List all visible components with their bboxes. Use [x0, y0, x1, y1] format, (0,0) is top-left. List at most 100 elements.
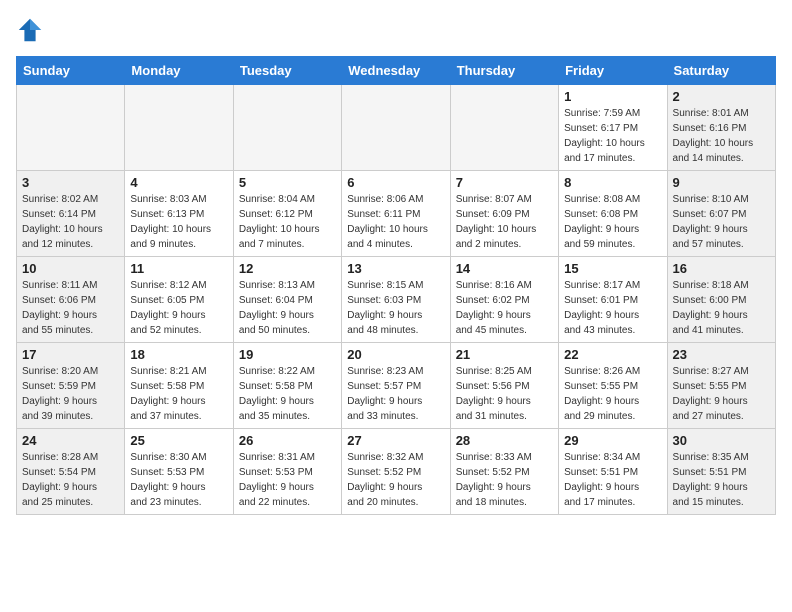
calendar-day-cell: 16Sunrise: 8:18 AM Sunset: 6:00 PM Dayli…: [667, 257, 775, 343]
day-number: 30: [673, 433, 770, 448]
calendar-day-cell: 19Sunrise: 8:22 AM Sunset: 5:58 PM Dayli…: [233, 343, 341, 429]
calendar-table: SundayMondayTuesdayWednesdayThursdayFrid…: [16, 56, 776, 515]
page-header: [16, 16, 776, 44]
day-info: Sunrise: 8:34 AM Sunset: 5:51 PM Dayligh…: [564, 450, 661, 510]
calendar-day-cell: 1 Sunrise: 7:59 AM Sunset: 6:17 PM Daylig…: [559, 85, 667, 171]
day-info: Sunrise: 8:08 AM Sunset: 6:08 PM Dayligh…: [564, 192, 661, 252]
calendar-day-cell: 21Sunrise: 8:25 AM Sunset: 5:56 PM Dayli…: [450, 343, 558, 429]
day-number: 6: [347, 175, 444, 190]
calendar-week-row: 1 Sunrise: 7:59 AM Sunset: 6:17 PM Daylig…: [17, 85, 776, 171]
day-info: Sunrise: 8:06 AM Sunset: 6:11 PM Dayligh…: [347, 192, 444, 252]
calendar-day-cell: 2 Sunrise: 8:01 AM Sunset: 6:16 PM Daylig…: [667, 85, 775, 171]
calendar-week-row: 3Sunrise: 8:02 AM Sunset: 6:14 PM Daylig…: [17, 171, 776, 257]
day-of-week-header: Thursday: [450, 57, 558, 85]
day-number: 22: [564, 347, 661, 362]
day-number: 19: [239, 347, 336, 362]
day-info: Sunrise: 8:28 AM Sunset: 5:54 PM Dayligh…: [22, 450, 119, 510]
day-of-week-header: Saturday: [667, 57, 775, 85]
day-number: 21: [456, 347, 553, 362]
calendar-day-cell: 13 Sunrise: 8:15 AM Sunset: 6:03 PM Dayli…: [342, 257, 450, 343]
day-of-week-header: Friday: [559, 57, 667, 85]
calendar-day-cell: 11 Sunrise: 8:12 AM Sunset: 6:05 PM Dayli…: [125, 257, 233, 343]
day-info: Sunrise: 8:07 AM Sunset: 6:09 PM Dayligh…: [456, 192, 553, 252]
day-number: 25: [130, 433, 227, 448]
day-info: Sunrise: 7:59 AM Sunset: 6:17 PM Dayligh…: [564, 106, 661, 166]
day-number: 18: [130, 347, 227, 362]
calendar-day-cell: 4 Sunrise: 8:03 AM Sunset: 6:13 PM Daylig…: [125, 171, 233, 257]
day-number: 24: [22, 433, 119, 448]
calendar-day-cell: 3Sunrise: 8:02 AM Sunset: 6:14 PM Daylig…: [17, 171, 125, 257]
day-number: 17: [22, 347, 119, 362]
calendar-day-cell: 24 Sunrise: 8:28 AM Sunset: 5:54 PM Dayli…: [17, 429, 125, 515]
calendar-day-cell: 15 Sunrise: 8:17 AM Sunset: 6:01 PM Dayli…: [559, 257, 667, 343]
calendar-day-cell: 10 Sunrise: 8:11 AM Sunset: 6:06 PM Dayli…: [17, 257, 125, 343]
day-info: Sunrise: 8:01 AM Sunset: 6:16 PM Dayligh…: [673, 106, 770, 166]
calendar-day-cell: 25 Sunrise: 8:30 AM Sunset: 5:53 PM Dayli…: [125, 429, 233, 515]
day-number: 23: [673, 347, 770, 362]
logo-icon: [16, 16, 44, 44]
day-info: Sunrise: 8:33 AM Sunset: 5:52 PM Dayligh…: [456, 450, 553, 510]
day-info: Sunrise: 8:02 AM Sunset: 6:14 PM Dayligh…: [22, 192, 119, 252]
calendar-day-cell: 12 Sunrise: 8:13 AM Sunset: 6:04 PM Dayli…: [233, 257, 341, 343]
day-number: 15: [564, 261, 661, 276]
day-number: 29: [564, 433, 661, 448]
calendar-day-cell: 22 Sunrise: 8:26 AM Sunset: 5:55 PM Dayli…: [559, 343, 667, 429]
day-number: 2: [673, 89, 770, 104]
day-number: 7: [456, 175, 553, 190]
calendar-day-cell: 5Sunrise: 8:04 AM Sunset: 6:12 PM Daylig…: [233, 171, 341, 257]
day-info: Sunrise: 8:26 AM Sunset: 5:55 PM Dayligh…: [564, 364, 661, 424]
day-number: 9: [673, 175, 770, 190]
calendar-day-cell: 30 Sunrise: 8:35 AM Sunset: 5:51 PM Dayli…: [667, 429, 775, 515]
day-number: 28: [456, 433, 553, 448]
day-number: 5: [239, 175, 336, 190]
calendar-week-row: 24 Sunrise: 8:28 AM Sunset: 5:54 PM Dayli…: [17, 429, 776, 515]
calendar-day-cell: 14Sunrise: 8:16 AM Sunset: 6:02 PM Dayli…: [450, 257, 558, 343]
calendar-header-row: SundayMondayTuesdayWednesdayThursdayFrid…: [17, 57, 776, 85]
day-of-week-header: Wednesday: [342, 57, 450, 85]
day-number: 12: [239, 261, 336, 276]
logo: [16, 16, 48, 44]
day-info: Sunrise: 8:20 AM Sunset: 5:59 PM Dayligh…: [22, 364, 119, 424]
day-info: Sunrise: 8:30 AM Sunset: 5:53 PM Dayligh…: [130, 450, 227, 510]
calendar-day-cell: 18 Sunrise: 8:21 AM Sunset: 5:58 PM Dayli…: [125, 343, 233, 429]
day-info: Sunrise: 8:12 AM Sunset: 6:05 PM Dayligh…: [130, 278, 227, 338]
calendar-day-cell: [342, 85, 450, 171]
day-of-week-header: Tuesday: [233, 57, 341, 85]
day-number: 11: [130, 261, 227, 276]
calendar-day-cell: 6 Sunrise: 8:06 AM Sunset: 6:11 PM Daylig…: [342, 171, 450, 257]
day-number: 10: [22, 261, 119, 276]
day-info: Sunrise: 8:31 AM Sunset: 5:53 PM Dayligh…: [239, 450, 336, 510]
day-info: Sunrise: 8:21 AM Sunset: 5:58 PM Dayligh…: [130, 364, 227, 424]
calendar-day-cell: 8 Sunrise: 8:08 AM Sunset: 6:08 PM Daylig…: [559, 171, 667, 257]
day-info: Sunrise: 8:15 AM Sunset: 6:03 PM Dayligh…: [347, 278, 444, 338]
day-info: Sunrise: 8:10 AM Sunset: 6:07 PM Dayligh…: [673, 192, 770, 252]
day-info: Sunrise: 8:03 AM Sunset: 6:13 PM Dayligh…: [130, 192, 227, 252]
day-number: 13: [347, 261, 444, 276]
day-info: Sunrise: 8:17 AM Sunset: 6:01 PM Dayligh…: [564, 278, 661, 338]
day-of-week-header: Sunday: [17, 57, 125, 85]
calendar-day-cell: 29 Sunrise: 8:34 AM Sunset: 5:51 PM Dayli…: [559, 429, 667, 515]
calendar-day-cell: 20Sunrise: 8:23 AM Sunset: 5:57 PM Dayli…: [342, 343, 450, 429]
day-info: Sunrise: 8:32 AM Sunset: 5:52 PM Dayligh…: [347, 450, 444, 510]
calendar-day-cell: 27 Sunrise: 8:32 AM Sunset: 5:52 PM Dayli…: [342, 429, 450, 515]
calendar-day-cell: 26 Sunrise: 8:31 AM Sunset: 5:53 PM Dayli…: [233, 429, 341, 515]
day-info: Sunrise: 8:35 AM Sunset: 5:51 PM Dayligh…: [673, 450, 770, 510]
day-of-week-header: Monday: [125, 57, 233, 85]
calendar-day-cell: [17, 85, 125, 171]
day-number: 1: [564, 89, 661, 104]
day-number: 8: [564, 175, 661, 190]
day-number: 26: [239, 433, 336, 448]
day-number: 27: [347, 433, 444, 448]
day-info: Sunrise: 8:16 AM Sunset: 6:02 PM Dayligh…: [456, 278, 553, 338]
calendar-day-cell: 9 Sunrise: 8:10 AM Sunset: 6:07 PM Daylig…: [667, 171, 775, 257]
day-info: Sunrise: 8:11 AM Sunset: 6:06 PM Dayligh…: [22, 278, 119, 338]
calendar-day-cell: 23 Sunrise: 8:27 AM Sunset: 5:55 PM Dayli…: [667, 343, 775, 429]
calendar-day-cell: 17 Sunrise: 8:20 AM Sunset: 5:59 PM Dayli…: [17, 343, 125, 429]
day-info: Sunrise: 8:23 AM Sunset: 5:57 PM Dayligh…: [347, 364, 444, 424]
calendar-day-cell: 7 Sunrise: 8:07 AM Sunset: 6:09 PM Daylig…: [450, 171, 558, 257]
calendar-day-cell: [450, 85, 558, 171]
day-info: Sunrise: 8:27 AM Sunset: 5:55 PM Dayligh…: [673, 364, 770, 424]
calendar-day-cell: 28 Sunrise: 8:33 AM Sunset: 5:52 PM Dayli…: [450, 429, 558, 515]
day-info: Sunrise: 8:13 AM Sunset: 6:04 PM Dayligh…: [239, 278, 336, 338]
day-number: 4: [130, 175, 227, 190]
